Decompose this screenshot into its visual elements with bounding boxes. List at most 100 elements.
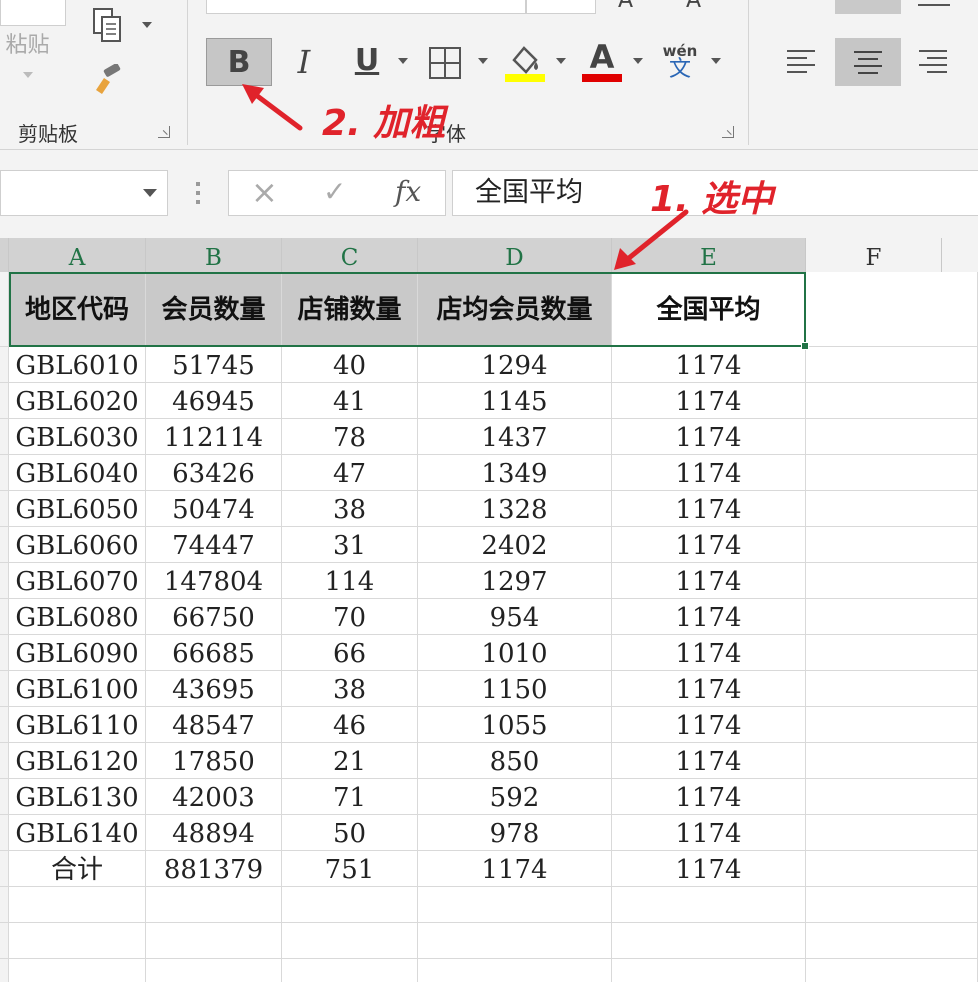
paste-button[interactable]: 粘贴 (0, 28, 55, 58)
cell-avg-per-store[interactable]: 1297 (418, 563, 612, 598)
cell-store-count[interactable]: 71 (282, 779, 418, 814)
align-right-icon[interactable] (914, 42, 952, 80)
column-header-b[interactable]: B (146, 238, 282, 272)
column-header-d[interactable]: D (418, 238, 612, 272)
cell-region-code[interactable]: GBL6080 (9, 599, 146, 634)
fill-color-icon[interactable] (502, 40, 548, 86)
cell-store-count[interactable]: 31 (282, 527, 418, 562)
cell-member-count[interactable]: 74447 (146, 527, 282, 562)
phonetic-guide-button[interactable]: wén 文 (660, 42, 700, 88)
cell-member-count[interactable]: 112114 (146, 419, 282, 454)
underline-button[interactable]: U (346, 38, 388, 82)
cell-total-label[interactable]: 合计 (9, 851, 146, 886)
empty-cell[interactable] (806, 887, 978, 922)
cell-member-count[interactable]: 50474 (146, 491, 282, 526)
empty-cell[interactable] (806, 959, 978, 982)
empty-cell[interactable] (146, 887, 282, 922)
empty-cell[interactable] (418, 959, 612, 982)
cell-avg-per-store[interactable]: 1174 (418, 851, 612, 886)
header-cell-member-count[interactable]: 会员数量 (146, 272, 282, 346)
cell-member-count[interactable]: 147804 (146, 563, 282, 598)
empty-cell[interactable] (612, 887, 806, 922)
cell-region-code[interactable]: GBL6090 (9, 635, 146, 670)
cell-region-code[interactable]: GBL6070 (9, 563, 146, 598)
cell-member-count[interactable]: 66685 (146, 635, 282, 670)
italic-button[interactable]: I (284, 40, 324, 84)
shrink-font-button[interactable]: A (686, 0, 701, 13)
cell-national-avg[interactable]: 1174 (612, 563, 806, 598)
cell-store-count[interactable]: 751 (282, 851, 418, 886)
cell-region-code[interactable]: GBL6140 (9, 815, 146, 850)
formula-bar-grip-icon[interactable] (196, 180, 202, 208)
cell-member-count[interactable]: 48894 (146, 815, 282, 850)
cell-region-code[interactable]: GBL6010 (9, 347, 146, 382)
cell-national-avg[interactable]: 1174 (612, 707, 806, 742)
empty-cell[interactable] (806, 635, 978, 670)
clipboard-launcher-icon[interactable] (158, 126, 170, 138)
empty-cell[interactable] (806, 563, 978, 598)
cell-region-code[interactable]: GBL6050 (9, 491, 146, 526)
empty-cell[interactable] (9, 887, 146, 922)
cell-national-avg[interactable]: 1174 (612, 455, 806, 490)
empty-cell[interactable] (146, 959, 282, 982)
header-cell-store-count[interactable]: 店铺数量 (282, 272, 418, 346)
top-right-align-icon[interactable] (918, 4, 950, 6)
cell-avg-per-store[interactable]: 1055 (418, 707, 612, 742)
chevron-down-icon[interactable] (23, 72, 33, 78)
header-cell-region-code[interactable]: 地区代码 (9, 272, 146, 346)
header-cell-avg-per-store[interactable]: 店均会员数量 (418, 272, 612, 346)
empty-cell[interactable] (806, 743, 978, 778)
cell-avg-per-store[interactable]: 1150 (418, 671, 612, 706)
cell-avg-per-store[interactable]: 954 (418, 599, 612, 634)
cell-national-avg[interactable]: 1174 (612, 383, 806, 418)
format-painter-icon[interactable] (88, 62, 128, 98)
cell-national-avg[interactable]: 1174 (612, 347, 806, 382)
cell-national-avg[interactable]: 1174 (612, 527, 806, 562)
align-center-icon[interactable] (835, 38, 901, 86)
cell-member-count[interactable]: 51745 (146, 347, 282, 382)
name-box[interactable] (0, 170, 168, 216)
empty-cell[interactable] (612, 959, 806, 982)
column-header-g[interactable] (942, 238, 978, 272)
chevron-down-icon[interactable] (398, 58, 408, 64)
cell-member-count[interactable]: 881379 (146, 851, 282, 886)
cell-region-code[interactable]: GBL6120 (9, 743, 146, 778)
empty-cell[interactable] (806, 419, 978, 454)
enter-icon[interactable]: ✓ (323, 175, 346, 208)
font-size-box[interactable] (526, 0, 596, 14)
empty-cell[interactable] (9, 959, 146, 982)
column-header-c[interactable]: C (282, 238, 418, 272)
empty-cell[interactable] (418, 923, 612, 958)
cell-store-count[interactable]: 66 (282, 635, 418, 670)
empty-cell[interactable] (282, 887, 418, 922)
cell-store-count[interactable]: 40 (282, 347, 418, 382)
cell-store-count[interactable]: 38 (282, 491, 418, 526)
select-all-corner[interactable] (0, 238, 9, 272)
cell-national-avg[interactable]: 1174 (612, 815, 806, 850)
cell-store-count[interactable]: 41 (282, 383, 418, 418)
empty-cell[interactable] (806, 527, 978, 562)
cell-national-avg[interactable]: 1174 (612, 419, 806, 454)
cell-store-count[interactable]: 38 (282, 671, 418, 706)
empty-cell[interactable] (806, 923, 978, 958)
cell-region-code[interactable]: GBL6020 (9, 383, 146, 418)
empty-cell[interactable] (612, 923, 806, 958)
empty-cell[interactable] (806, 779, 978, 814)
cell-member-count[interactable]: 43695 (146, 671, 282, 706)
chevron-down-icon[interactable] (478, 58, 488, 64)
empty-cell[interactable] (806, 815, 978, 850)
cell-avg-per-store[interactable]: 2402 (418, 527, 612, 562)
chevron-down-icon[interactable] (711, 58, 721, 64)
empty-cell[interactable] (806, 707, 978, 742)
cell-region-code[interactable]: GBL6130 (9, 779, 146, 814)
cell-member-count[interactable]: 46945 (146, 383, 282, 418)
cell-avg-per-store[interactable]: 978 (418, 815, 612, 850)
column-header-f[interactable]: F (806, 238, 942, 272)
empty-cell[interactable] (418, 887, 612, 922)
align-left-icon[interactable] (782, 42, 820, 80)
cell-avg-per-store[interactable]: 850 (418, 743, 612, 778)
cancel-icon[interactable]: × (251, 173, 278, 211)
empty-cell[interactable] (806, 272, 978, 346)
empty-cell[interactable] (282, 959, 418, 982)
header-cell-national-avg[interactable]: 全国平均 (612, 272, 806, 346)
